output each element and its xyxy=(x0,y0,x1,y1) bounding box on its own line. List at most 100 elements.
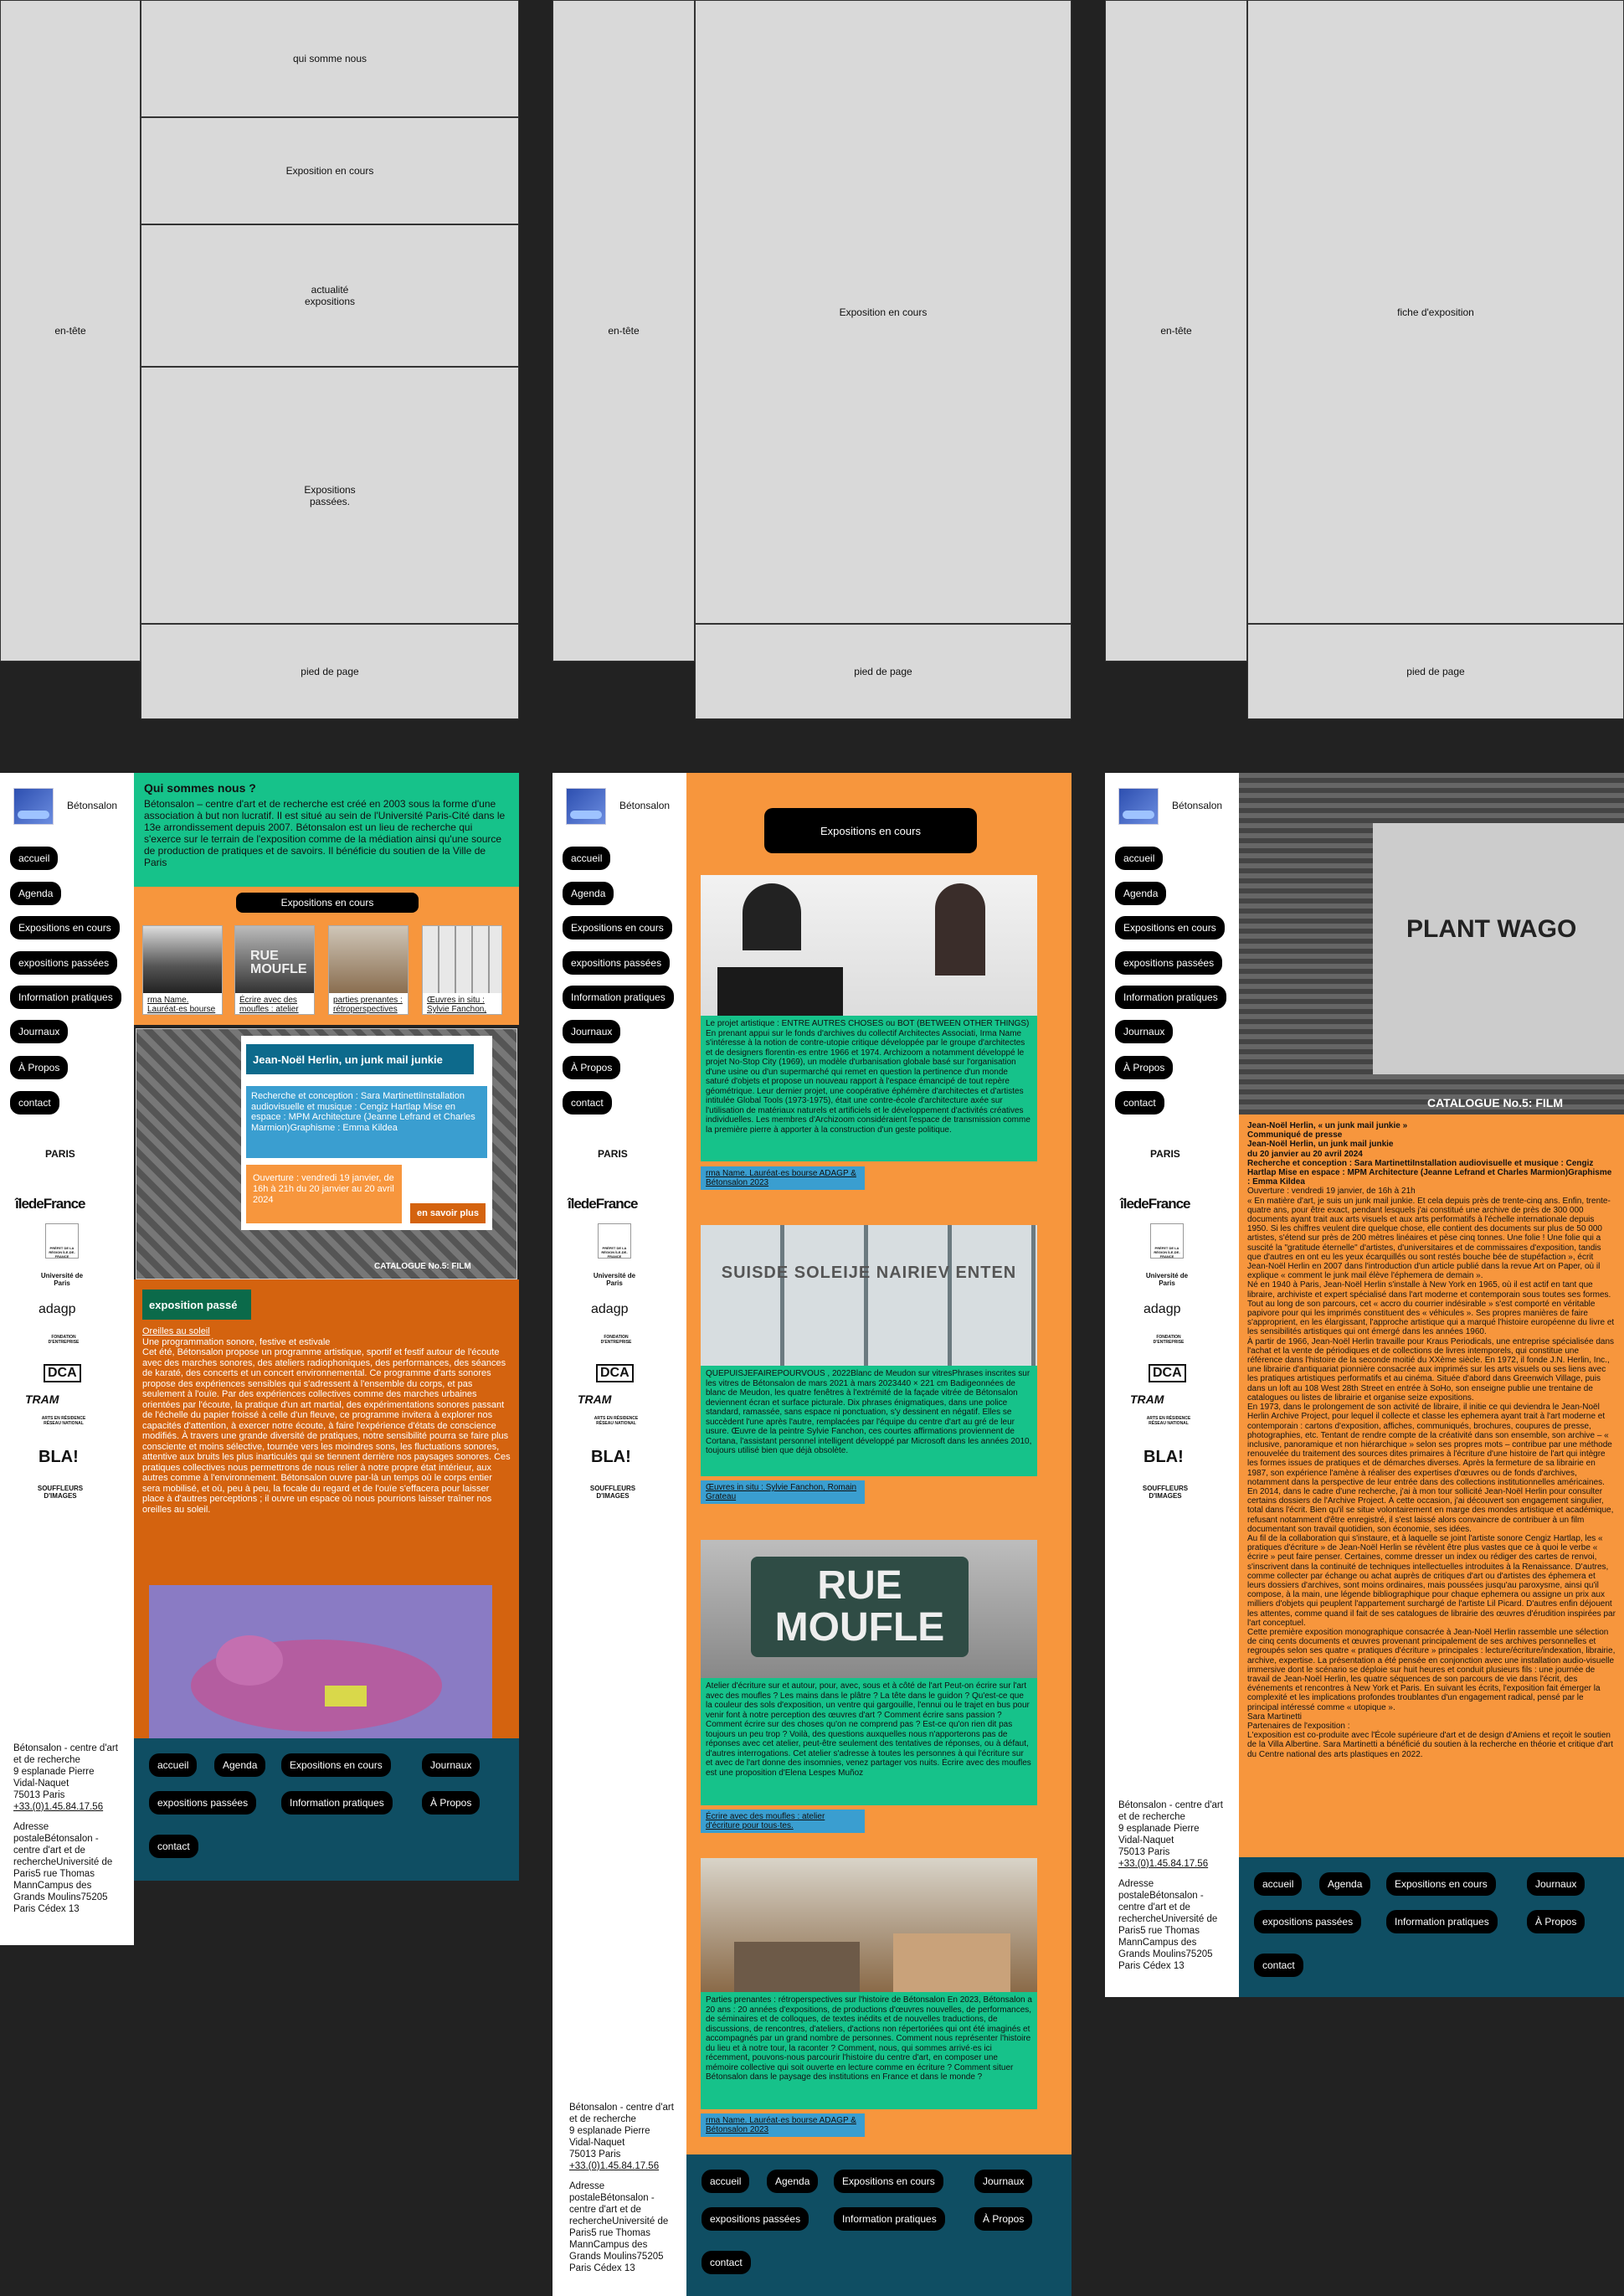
exhibition-card[interactable]: rma Name. Lauréat·es bourse ADAGP & Béto… xyxy=(142,925,223,1015)
footer-contact[interactable]: contact xyxy=(149,1835,198,1858)
exhibition-tag[interactable]: Œuvres in situ : Sylvie Fanchon, Romain … xyxy=(701,1480,865,1504)
adagp-logo: adagp xyxy=(1143,1302,1181,1316)
exhibition-image xyxy=(701,875,1037,1016)
nav-accueil[interactable]: accueil xyxy=(563,847,611,870)
nav-a-propos[interactable]: À Propos xyxy=(10,1056,69,1079)
nav-expositions-passees[interactable]: expositions passées xyxy=(563,951,671,975)
feature-more-button[interactable]: en savoir plus xyxy=(410,1203,486,1223)
home-main: Qui sommes nous ? Bétonsalon – centre d'… xyxy=(134,773,519,1945)
footer-expositions-en-cours[interactable]: Expositions en cours xyxy=(281,1753,391,1777)
footer-expositions-passees[interactable]: expositions passées xyxy=(1254,1910,1362,1933)
current-title: Expositions en cours xyxy=(764,808,977,853)
footer-home: accueil Agenda Expositions en cours Jour… xyxy=(134,1738,519,1881)
footer-agenda[interactable]: Agenda xyxy=(1319,1872,1371,1896)
footer-information-pratiques[interactable]: Information pratiques xyxy=(834,2207,945,2231)
nav-a-propos[interactable]: À Propos xyxy=(1115,1056,1174,1079)
nav-contact[interactable]: contact xyxy=(1115,1091,1164,1115)
footer-expositions-en-cours[interactable]: Expositions en cours xyxy=(834,2170,943,2193)
exhibition-image: SUISDE SOLEIJE NAIRIEV ENTEN xyxy=(701,1225,1037,1366)
tram-logo: TRAM xyxy=(1130,1393,1164,1406)
phone-link[interactable]: +33.(0)1.45.84.17.56 xyxy=(1118,1858,1226,1870)
footer-expositions-en-cours[interactable]: Expositions en cours xyxy=(1386,1872,1496,1896)
universite-paris-logo: Université de Paris xyxy=(593,1272,636,1287)
footer-expositions-passees[interactable]: expositions passées xyxy=(149,1791,257,1815)
nav-contact[interactable]: contact xyxy=(563,1091,612,1115)
nav-contact[interactable]: contact xyxy=(10,1091,59,1115)
wireframe-header: en-tête xyxy=(552,0,695,662)
about-section: Qui sommes nous ? Bétonsalon – centre d'… xyxy=(134,773,519,887)
exhibition-card[interactable]: parties prenantes : rétroperspectives su… xyxy=(328,925,409,1015)
arts-residence-logo: ARTS EN RÉSIDENCE RÉSEAU NATIONAL xyxy=(594,1416,639,1426)
paris-logo: PARIS xyxy=(598,1148,628,1160)
footer-journaux[interactable]: Journaux xyxy=(1527,1872,1585,1896)
nav-journaux[interactable]: Journaux xyxy=(563,1020,621,1043)
feature-title[interactable]: Jean-Noël Herlin, un junk mail junkie xyxy=(246,1044,474,1074)
wireframe-block: qui somme nous xyxy=(141,0,519,117)
footer-expositions-passees[interactable]: expositions passées xyxy=(702,2207,809,2231)
fondation-logo: FONDATION D'ENTREPRISE xyxy=(600,1335,632,1345)
arts-residence-logo: ARTS EN RÉSIDENCE RÉSEAU NATIONAL xyxy=(1146,1416,1191,1426)
current-exhibitions-button[interactable]: Expositions en cours xyxy=(236,893,419,913)
exhibition-image: RUE MOUFLE xyxy=(701,1540,1037,1678)
nav-information-pratiques[interactable]: Information pratiques xyxy=(563,986,674,1009)
nav-agenda[interactable]: Agenda xyxy=(1115,882,1167,905)
footer-a-propos[interactable]: À Propos xyxy=(974,2207,1033,2231)
footer-accueil[interactable]: accueil xyxy=(702,2170,750,2193)
catalogue-label: CATALOGUE No.5: FILM xyxy=(374,1262,471,1271)
past-title: exposition passé xyxy=(142,1290,251,1320)
nav-expositions-en-cours[interactable]: Expositions en cours xyxy=(563,916,672,940)
betonsalon-logo[interactable] xyxy=(566,788,606,825)
nav-a-propos[interactable]: À Propos xyxy=(563,1056,621,1079)
exhibition-image xyxy=(701,1858,1037,1992)
footer-contact[interactable]: contact xyxy=(1254,1954,1303,1977)
past-link[interactable]: Oreilles au soleil xyxy=(142,1326,511,1337)
nav-expositions-en-cours[interactable]: Expositions en cours xyxy=(1115,916,1225,940)
sidebar-home: Bétonsalon accueil Agenda Expositions en… xyxy=(0,773,134,1945)
footer-information-pratiques[interactable]: Information pratiques xyxy=(1386,1910,1498,1933)
betonsalon-logo[interactable] xyxy=(1118,788,1159,825)
adagp-logo: adagp xyxy=(591,1302,629,1316)
nav-accueil[interactable]: accueil xyxy=(1115,847,1164,870)
nav-agenda[interactable]: Agenda xyxy=(10,882,62,905)
footer-accueil[interactable]: accueil xyxy=(149,1753,198,1777)
nav-agenda[interactable]: Agenda xyxy=(563,882,614,905)
paris-logo: PARIS xyxy=(1150,1148,1180,1160)
current-main: Expositions en cours Le projet artistiqu… xyxy=(686,773,1072,2296)
nav-expositions-passees[interactable]: expositions passées xyxy=(10,951,118,975)
wireframe-header: en-tête xyxy=(0,0,141,662)
exhibition-tag[interactable]: Écrire avec des moufles : atelier d'écri… xyxy=(701,1810,865,1833)
exhibition-tag[interactable]: rma Name. Lauréat·es bourse ADAGP & Béto… xyxy=(701,1166,865,1190)
footer-journaux[interactable]: Journaux xyxy=(974,2170,1033,2193)
phone-link[interactable]: +33.(0)1.45.84.17.56 xyxy=(569,2160,676,2172)
nav-expositions-en-cours[interactable]: Expositions en cours xyxy=(10,916,120,940)
footer-accueil[interactable]: accueil xyxy=(1254,1872,1303,1896)
nav-journaux[interactable]: Journaux xyxy=(1115,1020,1174,1043)
footer-contact[interactable]: contact xyxy=(702,2251,751,2274)
phone-link[interactable]: +33.(0)1.45.84.17.56 xyxy=(13,1801,121,1813)
arts-residence-logo: ARTS EN RÉSIDENCE RÉSEAU NATIONAL xyxy=(41,1416,86,1426)
nav-information-pratiques[interactable]: Information pratiques xyxy=(1115,986,1226,1009)
footer-a-propos[interactable]: À Propos xyxy=(1527,1910,1585,1933)
exhibition-caption: QUEPUISJEFAIREPOURVOUS , 2022Blanc de Me… xyxy=(701,1366,1037,1476)
fondation-logo: FONDATION D'ENTREPRISE xyxy=(48,1335,80,1345)
past-section: exposition passé Oreilles au soleil Une … xyxy=(134,1279,519,1774)
footer-information-pratiques[interactable]: Information pratiques xyxy=(281,1791,393,1815)
nav-accueil[interactable]: accueil xyxy=(10,847,59,870)
nav-journaux[interactable]: Journaux xyxy=(10,1020,69,1043)
footer-a-propos[interactable]: À Propos xyxy=(422,1791,481,1815)
exhibition-card-image xyxy=(143,926,222,993)
betonsalon-logo[interactable] xyxy=(13,788,54,825)
exhibition-caption: Parties prenantes : rétroperspectives su… xyxy=(701,1992,1037,2109)
nav-expositions-passees[interactable]: expositions passées xyxy=(1115,951,1223,975)
souffleurs-logo: SOUFFLEURS D'IMAGES xyxy=(1142,1485,1189,1500)
nav-information-pratiques[interactable]: Information pratiques xyxy=(10,986,121,1009)
footer-agenda[interactable]: Agenda xyxy=(767,2170,819,2193)
universite-paris-logo: Université de Paris xyxy=(1145,1272,1189,1287)
exhibition-tag[interactable]: rma Name. Lauréat·es bourse ADAGP & Béto… xyxy=(701,2113,865,2137)
bla-logo: BLA! xyxy=(1143,1448,1184,1466)
footer-agenda[interactable]: Agenda xyxy=(214,1753,266,1777)
exhibition-card-image xyxy=(423,926,501,993)
exhibition-card[interactable]: Œuvres in situ : Sylvie Fanchon, Romain … xyxy=(422,925,502,1015)
exhibition-card[interactable]: RUE MOUFLE Écrire avec des moufles : atel… xyxy=(234,925,315,1015)
footer-journaux[interactable]: Journaux xyxy=(422,1753,481,1777)
